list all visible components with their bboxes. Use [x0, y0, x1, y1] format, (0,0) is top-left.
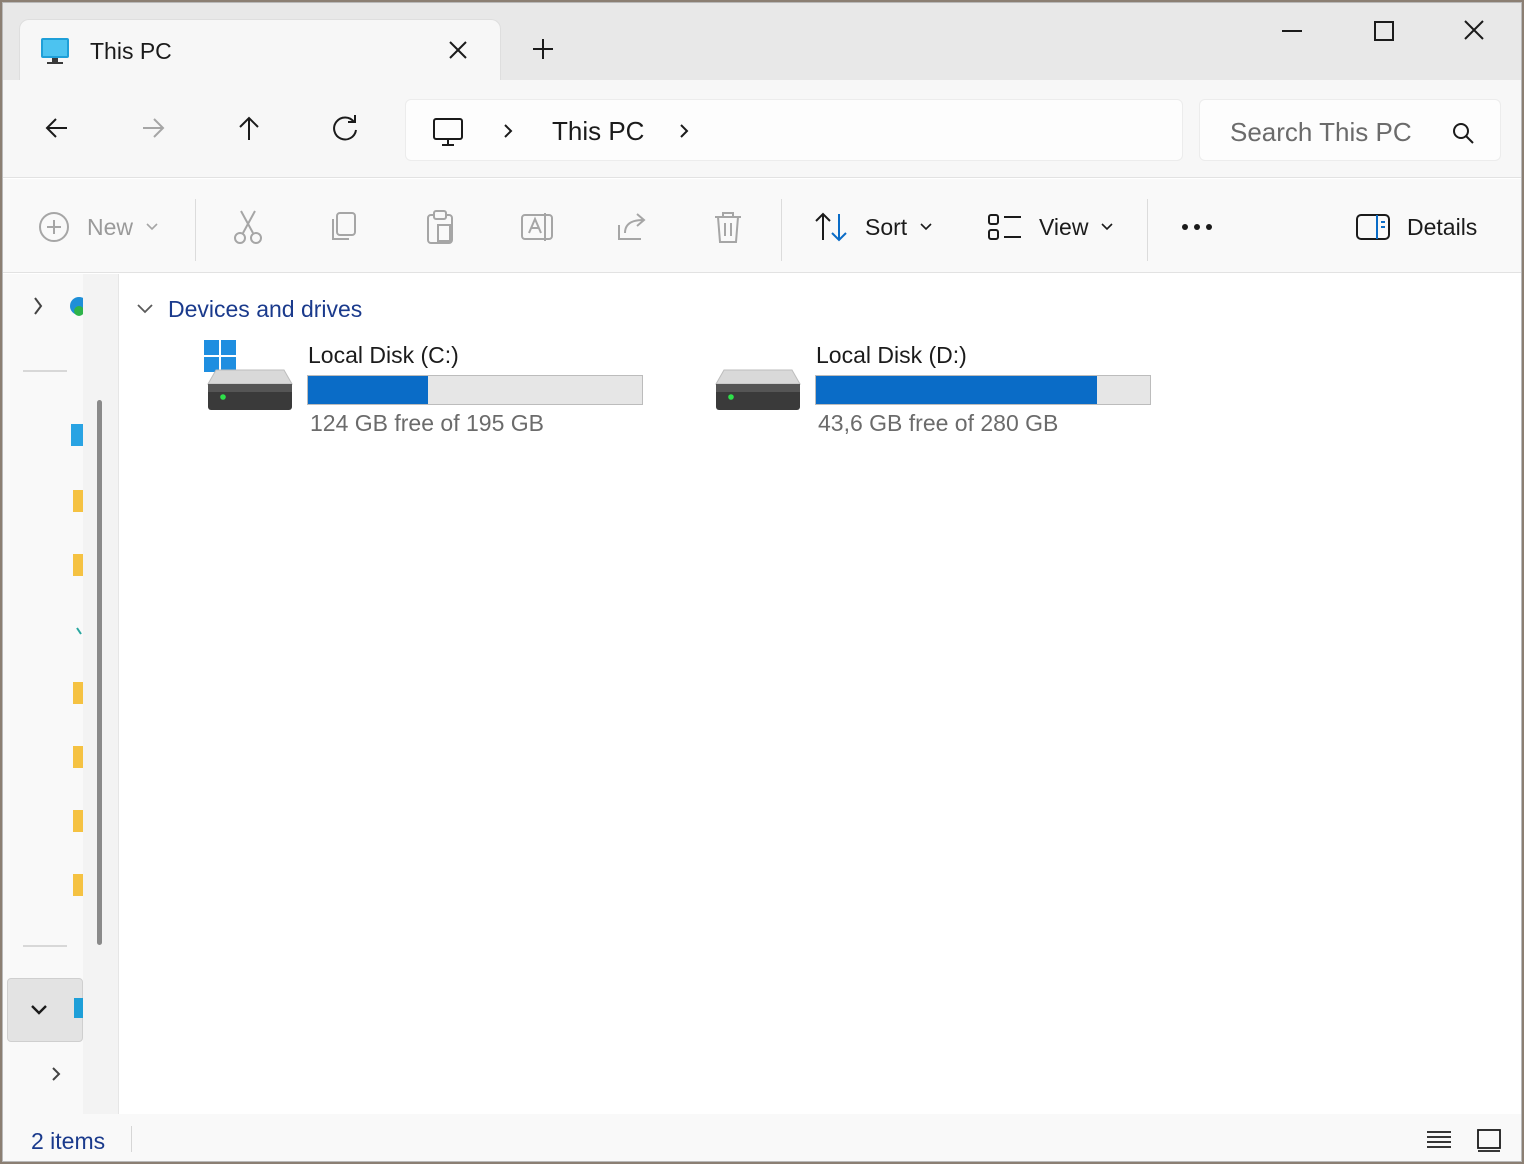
navigation-bar: This PC Search This PC — [3, 80, 1521, 178]
separator — [781, 199, 782, 261]
chevron-right-icon[interactable] — [3, 1054, 83, 1094]
minimize-icon[interactable] — [1269, 13, 1315, 49]
sidebar-scrollbar[interactable] — [83, 274, 119, 1114]
cut-icon[interactable] — [231, 209, 265, 245]
chevron-right-icon[interactable] — [496, 118, 520, 144]
chevron-down-icon — [137, 304, 153, 314]
drive-name: Local Disk (C:) — [308, 342, 459, 368]
drive-free-space: 124 GB free of 195 GB — [310, 410, 544, 436]
tab-this-pc[interactable]: This PC — [19, 19, 501, 81]
paste-icon[interactable] — [423, 209, 457, 245]
view-list-icon — [988, 214, 1021, 240]
folder-icon[interactable] — [3, 800, 83, 840]
forward-arrow-icon[interactable] — [133, 108, 173, 148]
plus-circle-icon — [39, 212, 69, 242]
chevron-down-icon — [1101, 223, 1114, 231]
view-button[interactable]: View — [987, 207, 1114, 247]
delete-icon[interactable] — [711, 209, 745, 245]
chevron-right-icon[interactable] — [3, 286, 83, 326]
group-header[interactable]: Devices and drives — [136, 292, 362, 326]
folder-icon[interactable] — [3, 736, 83, 776]
up-arrow-icon[interactable] — [229, 108, 269, 148]
new-button[interactable]: New — [37, 207, 159, 247]
windows-drive-icon — [204, 340, 293, 410]
drive-item[interactable]: Local Disk (D:) 43,6 GB free of 280 GB — [712, 340, 1172, 450]
search-icon[interactable] — [1450, 120, 1476, 146]
drive-usage-bar — [815, 375, 1151, 405]
search-box[interactable]: Search This PC — [1199, 99, 1501, 161]
content-pane: Devices and drives Local Disk (C:) 124 G… — [120, 274, 1521, 1114]
sort-label: Sort — [865, 213, 908, 240]
breadcrumb-this-pc[interactable]: This PC — [552, 116, 644, 147]
desktop-folder-icon[interactable] — [3, 416, 83, 456]
separator — [1147, 199, 1148, 261]
sidebar-divider — [23, 945, 67, 947]
drive-icon — [715, 369, 801, 410]
drive-usage-fill — [308, 376, 429, 404]
monitor-icon — [41, 38, 69, 64]
details-label: Details — [1407, 213, 1478, 240]
search-input[interactable]: Search This PC — [1230, 117, 1412, 148]
scrollbar-thumb[interactable] — [97, 400, 102, 945]
file-explorer-window: This PC This PC Search This PC New Sort … — [2, 2, 1522, 1162]
share-icon[interactable] — [615, 209, 651, 245]
folder-icon[interactable] — [3, 480, 83, 520]
new-label: New — [87, 213, 134, 240]
plus-icon[interactable] — [527, 33, 559, 65]
details-pane-icon — [1356, 214, 1390, 240]
tab-title: This PC — [90, 38, 172, 64]
separator — [131, 1126, 132, 1152]
sidebar-divider — [23, 370, 67, 372]
status-bar: 2 items — [3, 1114, 1521, 1161]
large-icons-view-icon[interactable] — [1475, 1126, 1503, 1154]
details-pane-button[interactable]: Details — [1355, 207, 1477, 247]
folder-icon[interactable] — [3, 544, 83, 584]
copy-icon[interactable] — [327, 209, 361, 245]
sort-button[interactable]: Sort — [813, 207, 933, 247]
rename-icon[interactable] — [519, 209, 555, 245]
separator — [195, 199, 196, 261]
sort-icon — [815, 212, 847, 242]
chevron-right-icon[interactable] — [672, 118, 696, 144]
navigation-pane — [3, 274, 83, 1114]
item-count: 2 items — [31, 1128, 106, 1154]
maximize-icon[interactable] — [1361, 13, 1407, 49]
group-title: Devices and drives — [168, 295, 363, 322]
view-label: View — [1039, 213, 1089, 240]
drive-free-space: 43,6 GB free of 280 GB — [818, 410, 1059, 436]
refresh-icon[interactable] — [325, 108, 365, 148]
title-bar: This PC — [3, 3, 1521, 81]
chevron-down-icon — [146, 223, 158, 231]
folder-icon[interactable] — [3, 672, 83, 712]
sidebar-item-this-pc[interactable] — [7, 978, 83, 1042]
close-tab-icon[interactable] — [442, 34, 474, 66]
details-view-icon[interactable] — [1425, 1126, 1453, 1154]
chevron-down-icon — [920, 223, 932, 231]
close-icon[interactable] — [1451, 13, 1497, 49]
command-bar: New Sort View Details — [3, 179, 1521, 273]
drive-usage-fill — [816, 376, 1097, 404]
drive-name: Local Disk (D:) — [816, 342, 967, 368]
more-options-icon[interactable] — [1179, 219, 1215, 235]
address-bar[interactable]: This PC — [405, 99, 1183, 161]
chevron-down-icon[interactable] — [8, 979, 83, 1041]
drive-item[interactable]: Local Disk (C:) 124 GB free of 195 GB — [204, 340, 664, 450]
folder-icon[interactable] — [3, 864, 83, 904]
download-icon[interactable] — [3, 614, 83, 654]
drive-usage-bar — [307, 375, 643, 405]
computer-icon — [433, 118, 463, 146]
back-arrow-icon[interactable] — [37, 108, 77, 148]
